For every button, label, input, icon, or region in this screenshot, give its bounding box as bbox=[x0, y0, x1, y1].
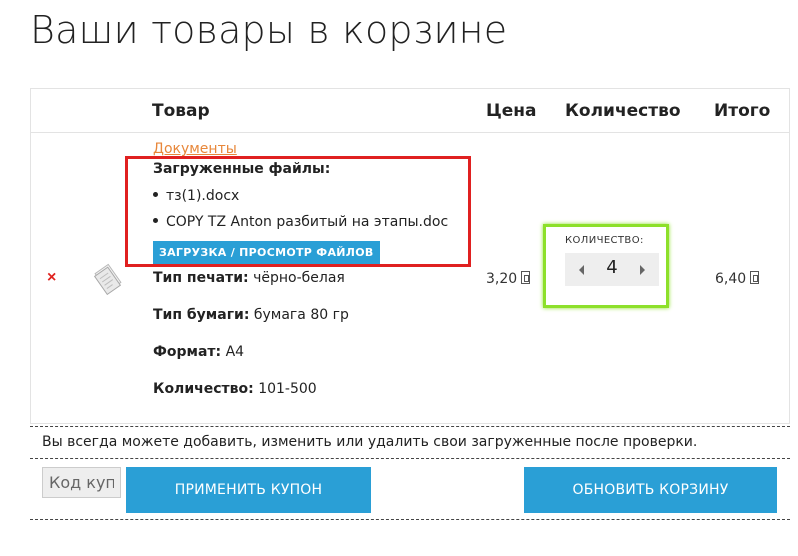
apply-coupon-button[interactable]: ПРИМЕНИТЬ КУПОН bbox=[126, 467, 371, 513]
notice-bottom-divider bbox=[30, 458, 790, 459]
page-title: Ваши товары в корзине bbox=[30, 8, 508, 52]
attribute-label: Формат: bbox=[153, 344, 222, 360]
upload-view-files-button[interactable]: ЗАГРУЗКА / ПРОСМОТР ФАЙЛОВ bbox=[153, 241, 380, 264]
coupon-code-input[interactable] bbox=[42, 467, 121, 498]
column-header-product: Товар bbox=[152, 101, 210, 121]
attribute-value: 101-500 bbox=[258, 381, 317, 397]
uploaded-files-label: Загруженные файлы: bbox=[153, 161, 331, 177]
remove-item-icon[interactable]: × bbox=[47, 270, 56, 286]
documents-link[interactable]: Документы bbox=[153, 141, 237, 157]
update-cart-button[interactable]: ОБНОВИТЬ КОРЗИНУ bbox=[524, 467, 777, 513]
attribute-paper-type: Тип бумаги: бумага 80 гр bbox=[153, 307, 349, 323]
file-name: COPY TZ Anton разбитый на этапы.doc bbox=[166, 214, 449, 230]
attribute-label: Тип печати: bbox=[153, 270, 249, 286]
column-header-price: Цена bbox=[486, 101, 537, 121]
item-total: 6,40 bbox=[715, 271, 760, 287]
currency-icon bbox=[750, 271, 760, 284]
bullet-icon bbox=[153, 191, 158, 197]
attribute-print-type: Тип печати: чёрно-белая bbox=[153, 270, 345, 286]
column-header-quantity: Количество bbox=[565, 101, 681, 121]
decrement-arrow-icon[interactable] bbox=[579, 265, 584, 275]
notice-top-divider bbox=[30, 426, 790, 427]
header-divider bbox=[31, 132, 789, 133]
quantity-value[interactable]: 4 bbox=[595, 257, 629, 278]
increment-arrow-icon[interactable] bbox=[640, 265, 645, 275]
attribute-format: Формат: A4 bbox=[153, 344, 244, 360]
cart-table: Товар Цена Количество Итого × Документы … bbox=[30, 88, 790, 424]
quantity-label: КОЛИЧЕСТВО: bbox=[565, 235, 644, 246]
attribute-value: A4 bbox=[225, 344, 245, 360]
uploaded-file-item: COPY TZ Anton разбитый на этапы.doc bbox=[153, 214, 448, 230]
total-value: 6,40 bbox=[715, 271, 747, 287]
bullet-icon bbox=[153, 217, 158, 223]
currency-icon bbox=[521, 271, 531, 284]
product-thumbnail[interactable] bbox=[91, 261, 125, 295]
attribute-label: Количество: bbox=[153, 381, 254, 397]
price-value: 3,20 bbox=[486, 271, 518, 287]
attribute-label: Тип бумаги: bbox=[153, 307, 250, 323]
file-name: тз(1).docx bbox=[166, 188, 240, 204]
attribute-quantity: Количество: 101-500 bbox=[153, 381, 317, 397]
item-price: 3,20 bbox=[486, 271, 531, 287]
quantity-stepper[interactable]: 4 bbox=[565, 253, 659, 286]
uploaded-file-item: тз(1).docx bbox=[153, 188, 239, 204]
attribute-value: чёрно-белая bbox=[253, 270, 345, 286]
upload-notice: Вы всегда можете добавить, изменить или … bbox=[42, 434, 698, 450]
column-header-total: Итого bbox=[714, 101, 771, 121]
attribute-value: бумага 80 гр bbox=[253, 307, 349, 323]
bottom-divider bbox=[30, 519, 790, 520]
